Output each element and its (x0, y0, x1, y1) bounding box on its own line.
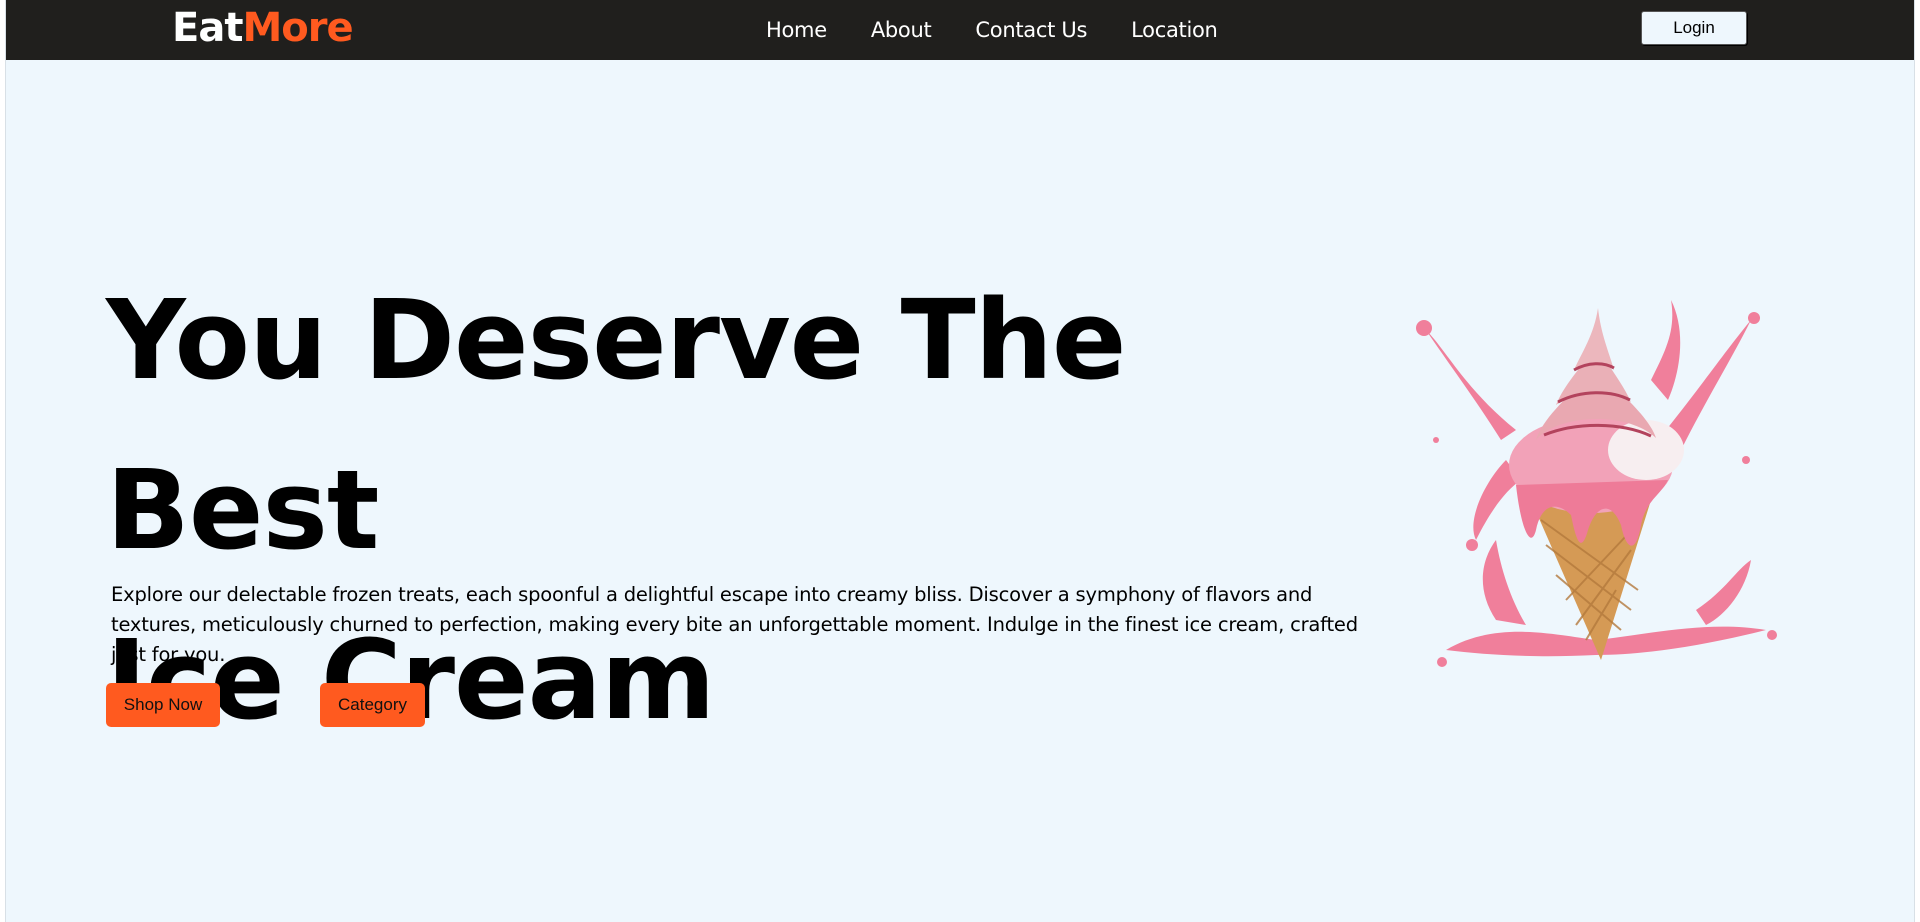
category-button[interactable]: Category (320, 683, 425, 727)
brand-logo[interactable]: EatMore (172, 5, 354, 51)
nav-link-about[interactable]: About (871, 15, 932, 45)
nav-link-contact[interactable]: Contact Us (975, 15, 1087, 45)
navbar: EatMore Home About Contact Us Location L… (6, 0, 1914, 60)
ice-cream-image (1416, 300, 1777, 667)
nav-link-location[interactable]: Location (1131, 15, 1218, 45)
brand-logo-eat: Eat (172, 5, 243, 51)
hero-description: Explore our delectable frozen treats, ea… (111, 583, 1358, 666)
shop-now-button[interactable]: Shop Now (106, 683, 220, 727)
nav-links: Home About Contact Us Location (766, 15, 1218, 45)
login-button[interactable]: Login (1641, 11, 1747, 45)
brand-logo-more: More (242, 5, 353, 51)
hero-title-line1: You Deserve The Best (106, 276, 1127, 574)
hero-title: You Deserve The Best Ice Cream (106, 255, 1406, 765)
nav-link-home[interactable]: Home (766, 15, 827, 45)
page: EatMore Home About Contact Us Location L… (5, 0, 1915, 922)
